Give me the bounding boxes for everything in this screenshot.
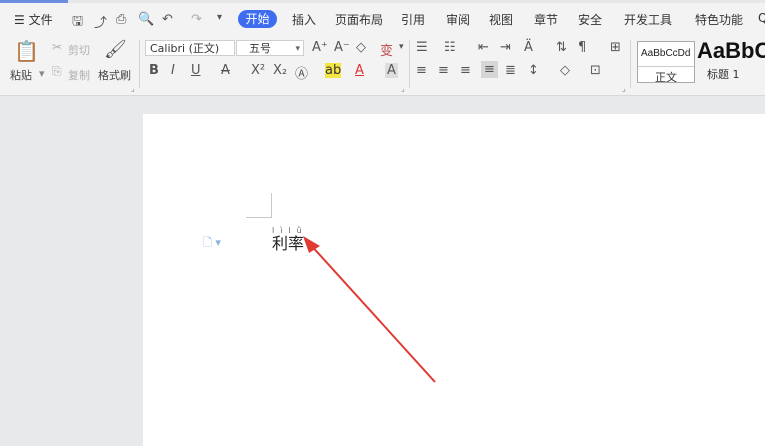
save-icon[interactable]: 🖫	[72, 12, 83, 34]
style-normal-name: 正文	[638, 66, 694, 85]
align-center-icon[interactable]: ≡	[438, 63, 449, 78]
scissors-icon[interactable]: ✂	[52, 40, 62, 54]
sort-icon[interactable]: ⇅	[556, 40, 567, 55]
align-right-icon[interactable]: ≡	[460, 63, 471, 78]
chinese-layout-icon[interactable]: Ä	[524, 40, 533, 55]
search-icon[interactable]: Q	[758, 11, 765, 25]
underline-icon[interactable]: U	[191, 63, 201, 78]
font-size-select[interactable]: 五号 ▾	[236, 40, 304, 56]
undo-icon[interactable]: ↶	[162, 12, 173, 27]
export-icon[interactable]: ⤴	[94, 12, 107, 31]
paste-button[interactable]: 粘贴	[10, 67, 32, 83]
group-divider	[139, 40, 140, 88]
show-marks-icon[interactable]: ¶	[578, 40, 586, 55]
document-text[interactable]: 利率	[272, 230, 304, 254]
tab-start[interactable]: 开始	[238, 10, 277, 28]
bullet-list-icon[interactable]: ☰	[416, 40, 428, 55]
print-icon[interactable]: ⎙	[116, 12, 126, 27]
justify-icon[interactable]: ≡	[481, 61, 498, 78]
strikethrough-icon[interactable]: A	[221, 63, 230, 78]
numbered-list-icon[interactable]: ☷	[444, 40, 456, 55]
menu-file[interactable]: ☰ 文件	[14, 11, 53, 28]
italic-icon[interactable]: I	[171, 63, 175, 78]
distributed-icon[interactable]: ≣	[505, 63, 516, 78]
borders-icon[interactable]: ⊡	[590, 63, 601, 78]
group-divider	[409, 40, 410, 88]
paste-dropdown-icon[interactable]: ▾	[39, 67, 45, 80]
table-icon[interactable]: ⊞	[610, 40, 621, 55]
font-name-value: Calibri (正文)	[150, 42, 220, 55]
tab-insert[interactable]: 插入	[292, 11, 316, 28]
text-effect-icon[interactable]: Ⓐ	[295, 63, 308, 82]
increase-indent-icon[interactable]: ⇥	[500, 40, 511, 55]
document-page[interactable]	[143, 114, 765, 446]
format-painter-button[interactable]: 格式刷	[98, 67, 131, 83]
char-shading-icon[interactable]: A	[385, 63, 398, 78]
font-name-select[interactable]: Calibri (正文)	[145, 40, 235, 56]
decrease-indent-icon[interactable]: ⇤	[478, 40, 489, 55]
style-heading-1-sample: AaBbC	[697, 38, 765, 63]
tab-security[interactable]: 安全	[578, 11, 602, 28]
shrink-font-icon[interactable]: A⁻	[334, 40, 350, 55]
tab-view[interactable]: 视图	[489, 11, 513, 28]
group-divider	[630, 40, 631, 88]
menu-bar: ☰ 文件 🖫 ⤴ ⎙ 🔍 ↶ ↷ ▾ 开始 插入 页面布局 引用 审阅 视图 章…	[0, 3, 765, 34]
superscript-icon[interactable]: X²	[251, 63, 265, 78]
shading-icon[interactable]: ◇	[560, 63, 570, 78]
copy-icon[interactable]: ⎘	[52, 64, 62, 79]
margin-corner-mark	[246, 193, 272, 218]
copy-button[interactable]: 复制	[68, 67, 90, 83]
style-normal[interactable]: AaBbCcDd 正文	[637, 41, 695, 85]
bold-icon[interactable]: B	[149, 63, 159, 78]
line-spacing-icon[interactable]: ↕	[528, 63, 539, 78]
font-size-value: 五号	[249, 42, 271, 55]
font-launcher-icon[interactable]: ⌟	[401, 84, 405, 93]
font-color-icon[interactable]: A	[355, 63, 364, 78]
print-preview-icon[interactable]: 🔍	[138, 12, 154, 27]
paragraph-menu-icon[interactable]: 🗋 ▾	[203, 234, 221, 253]
tab-special-features[interactable]: 特色功能	[695, 11, 743, 28]
redo-icon[interactable]: ↷	[191, 12, 202, 27]
format-painter-icon[interactable]: 🖌	[104, 39, 127, 60]
align-left-icon[interactable]: ≡	[416, 63, 427, 78]
tab-review[interactable]: 审阅	[446, 11, 470, 28]
tab-chapter[interactable]: 章节	[534, 11, 558, 28]
highlight-icon[interactable]: ab	[325, 63, 342, 78]
grow-font-icon[interactable]: A⁺	[312, 40, 328, 55]
style-normal-sample: AaBbCcDd	[641, 48, 691, 59]
clear-format-icon[interactable]: ◇	[356, 40, 366, 55]
phonetic-guide-icon[interactable]: 变	[380, 40, 393, 59]
tab-references[interactable]: 引用	[401, 11, 425, 28]
tab-developer[interactable]: 开发工具	[624, 11, 672, 28]
cut-button[interactable]: 剪切	[68, 42, 90, 58]
style-heading-1-name: 标题 1	[707, 68, 740, 81]
tab-page-layout[interactable]: 页面布局	[335, 11, 383, 28]
paragraph-launcher-icon[interactable]: ⌟	[622, 84, 626, 93]
chevron-down-icon: ▾	[295, 44, 300, 54]
paste-icon[interactable]: 📋	[14, 39, 39, 63]
phonetic-dropdown-icon[interactable]: ▾	[399, 42, 404, 52]
clipboard-launcher-icon[interactable]: ⌟	[131, 84, 135, 93]
quick-access-dropdown-icon[interactable]: ▾	[217, 12, 222, 23]
subscript-icon[interactable]: X₂	[273, 63, 287, 78]
